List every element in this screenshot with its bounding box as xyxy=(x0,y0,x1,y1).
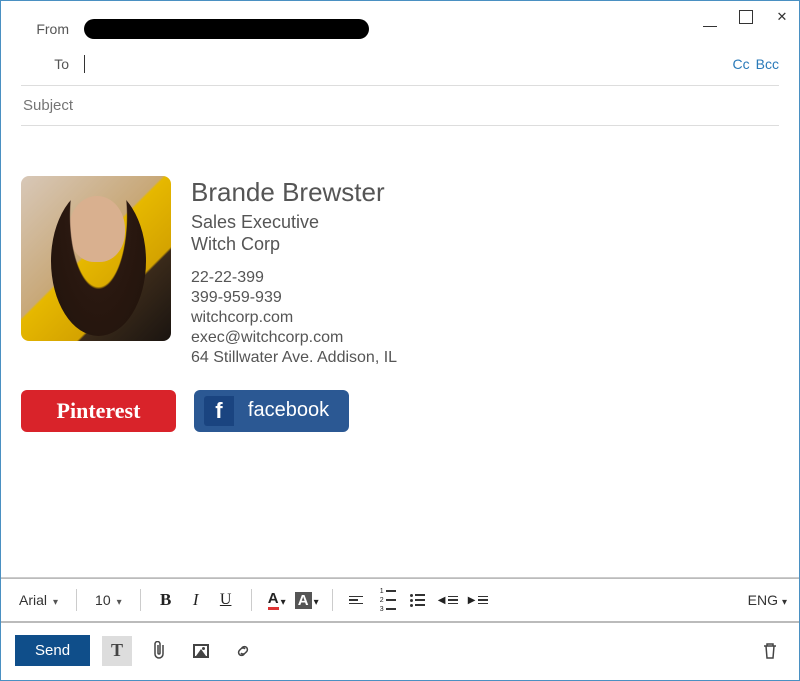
separator xyxy=(76,589,77,611)
language-value: ENG xyxy=(748,592,778,608)
signature-email: exec@witchcorp.com xyxy=(191,328,397,348)
outdent-icon: ◀ xyxy=(438,595,458,606)
align-left-icon xyxy=(349,596,363,605)
from-row: From xyxy=(21,11,779,47)
separator xyxy=(251,589,252,611)
chevron-down-icon xyxy=(53,592,58,608)
paperclip-icon xyxy=(151,641,167,661)
signature-website: witchcorp.com xyxy=(191,308,397,328)
signature-name: Brande Brewster xyxy=(191,176,397,209)
send-button[interactable]: Send xyxy=(15,635,90,666)
email-body[interactable]: Brande Brewster Sales Executive Witch Co… xyxy=(1,126,799,577)
chevron-down-icon xyxy=(117,592,122,608)
separator xyxy=(332,589,333,611)
language-dropdown[interactable]: ENG xyxy=(748,592,787,608)
signature-company: Witch Corp xyxy=(191,233,397,256)
facebook-label: facebook xyxy=(248,399,329,422)
attachment-button[interactable] xyxy=(144,636,174,666)
font-size-value: 10 xyxy=(95,592,111,608)
formatting-toggle-button[interactable]: T xyxy=(102,636,132,666)
from-value-redacted xyxy=(84,19,369,39)
facebook-icon: f xyxy=(204,396,234,426)
toolbar-area: Arial 10 B I U A A 1 2 xyxy=(1,577,799,680)
subject-input[interactable] xyxy=(21,96,779,115)
insert-link-button[interactable] xyxy=(222,629,264,671)
signature-phone2: 399-959-939 xyxy=(191,288,397,308)
bcc-link[interactable]: Bcc xyxy=(756,56,779,72)
header-section: From To Cc Bcc xyxy=(1,1,799,126)
chevron-down-icon xyxy=(782,592,787,608)
compose-window: From To Cc Bcc Brande Brewster Sales Exe… xyxy=(0,0,800,681)
font-color-button[interactable]: A xyxy=(264,587,290,613)
signature-title: Sales Executive xyxy=(191,211,397,234)
bullet-list-button[interactable] xyxy=(405,587,431,613)
pinterest-label: Pinterest xyxy=(57,398,141,424)
align-button[interactable] xyxy=(345,587,371,613)
from-label: From xyxy=(21,21,69,37)
formatting-toolbar: Arial 10 B I U A A 1 2 xyxy=(1,578,799,623)
indent-icon: ▶ xyxy=(468,595,488,606)
to-row: To Cc Bcc xyxy=(21,47,779,86)
action-bar: Send T xyxy=(1,623,799,680)
cc-link[interactable]: Cc xyxy=(733,56,750,72)
image-icon xyxy=(193,644,209,658)
to-input[interactable] xyxy=(84,55,733,73)
decrease-indent-button[interactable]: ◀ xyxy=(435,587,461,613)
numbered-list-button[interactable]: 1 2 3 xyxy=(375,587,401,613)
social-buttons: Pinterest f facebook xyxy=(21,390,779,432)
pinterest-button[interactable]: Pinterest xyxy=(21,390,176,432)
bullet-list-icon xyxy=(410,594,425,607)
trash-icon xyxy=(762,642,778,660)
font-family-dropdown[interactable]: Arial xyxy=(13,590,64,610)
facebook-button[interactable]: f facebook xyxy=(194,390,349,432)
discard-button[interactable] xyxy=(755,636,785,666)
separator xyxy=(140,589,141,611)
signature-phone1: 22-22-399 xyxy=(191,268,397,288)
bold-button[interactable]: B xyxy=(153,587,179,613)
signature-address: 64 Stillwater Ave. Addison, IL xyxy=(191,348,397,368)
increase-indent-button[interactable]: ▶ xyxy=(465,587,491,613)
font-family-value: Arial xyxy=(19,592,47,608)
avatar xyxy=(21,176,171,341)
subject-row xyxy=(21,86,779,126)
underline-button[interactable]: U xyxy=(213,587,239,613)
italic-button[interactable]: I xyxy=(183,587,209,613)
font-size-dropdown[interactable]: 10 xyxy=(89,590,128,610)
email-signature: Brande Brewster Sales Executive Witch Co… xyxy=(21,176,779,368)
highlight-color-button[interactable]: A xyxy=(294,587,320,613)
to-label: To xyxy=(21,56,69,72)
link-icon xyxy=(230,638,255,663)
numbered-list-icon: 1 2 3 xyxy=(380,588,396,613)
insert-image-button[interactable] xyxy=(186,636,216,666)
cc-bcc-links: Cc Bcc xyxy=(733,56,779,72)
signature-text: Brande Brewster Sales Executive Witch Co… xyxy=(191,176,397,368)
